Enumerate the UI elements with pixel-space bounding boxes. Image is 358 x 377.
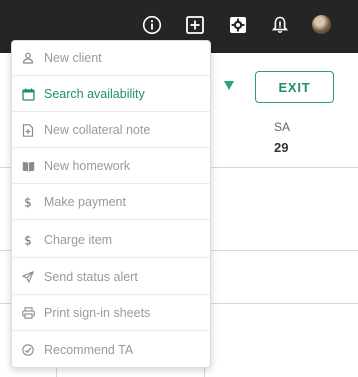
printer-icon (21, 306, 35, 320)
calendar-day-label: SA (274, 120, 291, 134)
info-icon[interactable] (141, 14, 163, 36)
calendar-icon (21, 87, 35, 101)
menu-item-label: Search availability (44, 87, 145, 101)
svg-text:$: $ (24, 234, 32, 248)
menu-item-label: New homework (44, 159, 131, 173)
add-box-icon[interactable] (184, 14, 206, 36)
send-icon (21, 270, 35, 284)
dropdown-caret-icon[interactable] (224, 81, 234, 90)
notification-bell-icon[interactable] (269, 14, 291, 36)
menu-item-label: New client (44, 51, 102, 65)
recommend-icon (21, 343, 35, 357)
create-menu: New client Search availability New colla… (11, 40, 211, 368)
menu-item-new-homework[interactable]: New homework (12, 149, 210, 184)
menu-item-label: Charge item (44, 233, 113, 247)
note-plus-icon (21, 123, 35, 137)
dollar-icon: $ (21, 233, 35, 248)
settings-gear-icon[interactable] (227, 14, 249, 36)
menu-item-make-payment[interactable]: $ Make payment (12, 185, 210, 220)
user-avatar[interactable] (312, 15, 331, 34)
dollar-icon: $ (21, 195, 35, 210)
menu-item-send-status-alert[interactable]: Send status alert (12, 260, 210, 295)
svg-text:$: $ (24, 196, 32, 210)
menu-item-new-collateral-note[interactable]: New collateral note (12, 113, 210, 148)
menu-item-label: Make payment (44, 195, 126, 209)
menu-item-new-client[interactable]: New client (12, 41, 210, 76)
exit-button[interactable]: EXIT (255, 71, 334, 103)
book-icon (21, 159, 35, 173)
menu-item-search-availability[interactable]: Search availability (12, 77, 210, 112)
menu-item-label: Print sign-in sheets (44, 306, 151, 320)
menu-item-label: New collateral note (44, 123, 151, 137)
calendar-day-number: 29 (274, 140, 289, 155)
menu-item-recommend-ta[interactable]: Recommend TA (12, 332, 210, 367)
person-icon (21, 51, 35, 65)
menu-item-charge-item[interactable]: $ Charge item (12, 223, 210, 258)
menu-item-print-sign-in-sheets[interactable]: Print sign-in sheets (12, 296, 210, 331)
menu-item-label: Send status alert (44, 270, 138, 284)
menu-item-label: Recommend TA (44, 342, 134, 357)
